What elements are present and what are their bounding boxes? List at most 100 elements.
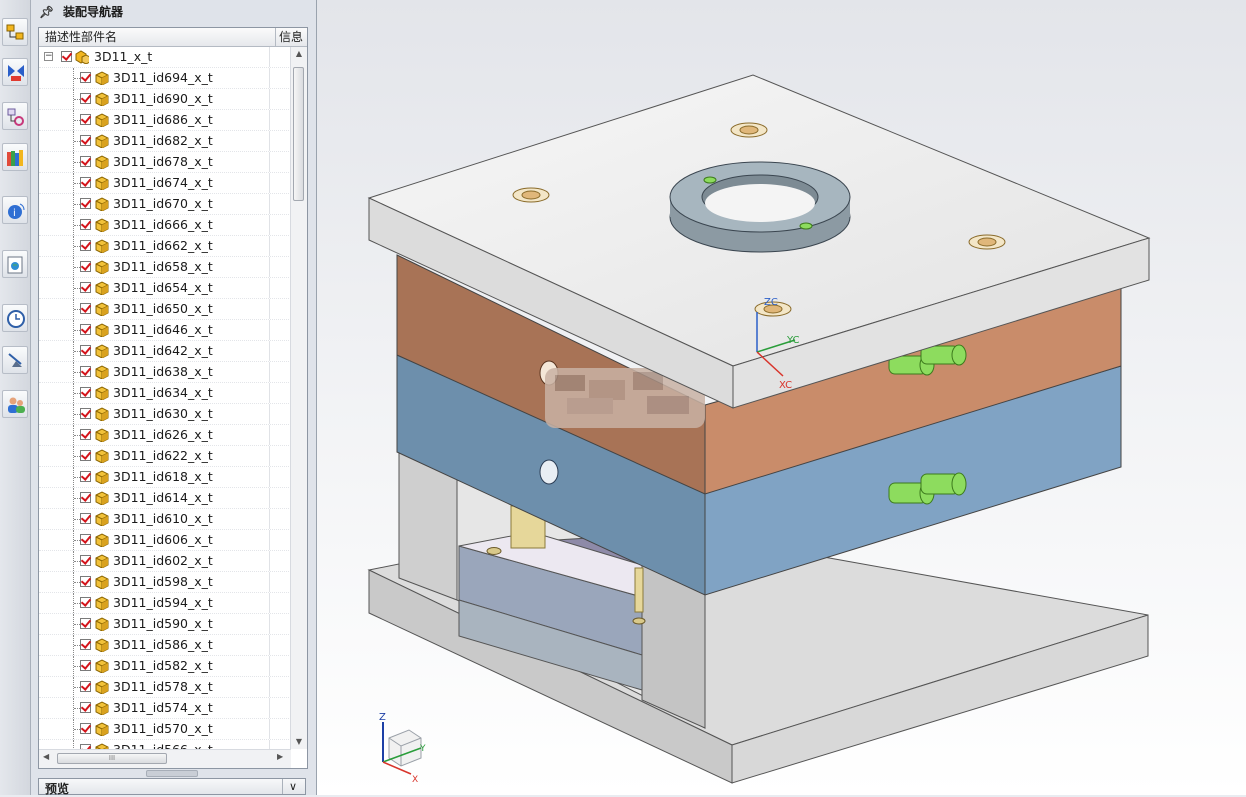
tree-row[interactable]: 3D11_id690_x_t [39,89,291,110]
locating-ring[interactable] [669,161,851,253]
tree-row[interactable]: 3D11_id662_x_t [39,236,291,257]
roles-icon[interactable] [2,390,28,418]
visibility-checkbox[interactable] [80,240,91,251]
tree-row[interactable]: 3D11_id634_x_t [39,383,291,404]
triad-y-label: Y [419,744,426,754]
visibility-checkbox[interactable] [80,387,91,398]
visibility-checkbox[interactable] [80,261,91,272]
tree-row[interactable]: 3D11_id678_x_t [39,152,291,173]
horizontal-scroll-thumb[interactable]: III [57,753,167,764]
component-label: 3D11_id674_x_t [113,175,213,190]
visibility-checkbox[interactable] [80,135,91,146]
scroll-up-icon[interactable]: ▲ [291,47,307,61]
visibility-checkbox[interactable] [80,597,91,608]
visibility-checkbox[interactable] [80,660,91,671]
mold-assembly-model[interactable]: ZC YC XC Z Y X [317,0,1246,795]
tree-row[interactable]: 3D11_id654_x_t [39,278,291,299]
system-materials-icon[interactable] [2,346,28,374]
tree-row[interactable]: 3D11_id610_x_t [39,509,291,530]
tree-row[interactable]: 3D11_id578_x_t [39,677,291,698]
visibility-checkbox[interactable] [80,345,91,356]
tree-row[interactable]: 3D11_id606_x_t [39,530,291,551]
assembly-navigator-icon[interactable] [2,18,28,46]
tree-row[interactable]: 3D11_id658_x_t [39,257,291,278]
tree-row[interactable]: 3D11_id626_x_t [39,425,291,446]
constraint-navigator-icon[interactable] [2,58,28,86]
column-header-info[interactable]: 信息 [275,28,307,46]
tree-root-row[interactable]: − 3D11_x_t [39,47,291,68]
graphics-window[interactable]: ZC YC XC Z Y X [317,0,1246,795]
vertical-scroll-thumb[interactable] [293,67,304,201]
tree-row[interactable]: 3D11_id666_x_t [39,215,291,236]
visibility-checkbox[interactable] [80,177,91,188]
panel-splitter[interactable] [146,770,198,777]
tree-row[interactable]: 3D11_id630_x_t [39,404,291,425]
chevron-down-icon[interactable]: ∨ [282,779,303,794]
visibility-checkbox[interactable] [80,156,91,167]
hd3d-tools-icon[interactable]: i [2,196,28,224]
navigator-tree[interactable]: 描述性部件名 信息 − 3D11_x_t 3D11_id694_x_t 3D11_… [38,27,308,769]
visibility-checkbox[interactable] [80,576,91,587]
visibility-checkbox[interactable] [80,513,91,524]
preview-section[interactable]: 预览 ∨ [38,778,306,796]
scroll-left-icon[interactable]: ◀ [43,752,49,761]
tree-row[interactable]: 3D11_id674_x_t [39,173,291,194]
tree-row[interactable]: 3D11_id618_x_t [39,467,291,488]
collapse-icon[interactable]: − [44,52,53,61]
tree-row[interactable]: 3D11_id650_x_t [39,299,291,320]
tree-row[interactable]: 3D11_id594_x_t [39,593,291,614]
visibility-checkbox[interactable] [80,324,91,335]
tree-row[interactable]: 3D11_id686_x_t [39,110,291,131]
visibility-checkbox[interactable] [80,471,91,482]
tree-row[interactable]: 3D11_id570_x_t [39,719,291,740]
visibility-checkbox[interactable] [80,198,91,209]
part-navigator-icon[interactable] [2,102,28,130]
visibility-checkbox[interactable] [80,681,91,692]
visibility-checkbox[interactable] [80,408,91,419]
tree-row[interactable]: 3D11_id646_x_t [39,320,291,341]
visibility-checkbox[interactable] [80,282,91,293]
web-browser-icon[interactable] [2,250,28,278]
visibility-checkbox[interactable] [80,219,91,230]
tree-row[interactable]: 3D11_id602_x_t [39,551,291,572]
visibility-checkbox[interactable] [80,429,91,440]
visibility-checkbox[interactable] [80,366,91,377]
reuse-library-icon[interactable] [2,143,28,171]
history-icon[interactable] [2,304,28,332]
visibility-checkbox[interactable] [80,492,91,503]
vertical-scrollbar[interactable]: ▲ ▼ [290,47,307,749]
visibility-checkbox[interactable] [80,303,91,314]
tree-row[interactable]: 3D11_id586_x_t [39,635,291,656]
tree-row[interactable]: 3D11_id614_x_t [39,488,291,509]
tree-row[interactable]: 3D11_id590_x_t [39,614,291,635]
component-label: 3D11_id638_x_t [113,364,213,379]
component-icon [95,470,109,484]
visibility-checkbox[interactable] [80,555,91,566]
scroll-down-icon[interactable]: ▼ [291,735,307,749]
visibility-checkbox[interactable] [80,534,91,545]
visibility-checkbox[interactable] [80,450,91,461]
tree-row[interactable]: 3D11_id574_x_t [39,698,291,719]
scroll-right-icon[interactable]: ▶ [277,752,283,761]
tree-row[interactable]: 3D11_id642_x_t [39,341,291,362]
tree-row[interactable]: 3D11_id670_x_t [39,194,291,215]
visibility-checkbox[interactable] [80,618,91,629]
tree-row[interactable]: 3D11_id682_x_t [39,131,291,152]
column-header-name[interactable]: 描述性部件名 [45,28,267,46]
visibility-checkbox[interactable] [61,51,72,62]
tree-row[interactable]: 3D11_id638_x_t [39,362,291,383]
visibility-checkbox[interactable] [80,114,91,125]
visibility-checkbox[interactable] [80,723,91,734]
horizontal-scrollbar[interactable]: ◀ III ▶ [39,749,291,768]
tree-row[interactable]: 3D11_id694_x_t [39,68,291,89]
component-icon [95,134,109,148]
tree-row[interactable]: 3D11_id582_x_t [39,656,291,677]
tree-row[interactable]: 3D11_id598_x_t [39,572,291,593]
visibility-checkbox[interactable] [80,93,91,104]
visibility-checkbox[interactable] [80,702,91,713]
pin-icon[interactable]: 📌︎ [39,1,54,23]
visibility-checkbox[interactable] [80,72,91,83]
visibility-checkbox[interactable] [80,639,91,650]
component-label: 3D11_id650_x_t [113,301,213,316]
tree-row[interactable]: 3D11_id622_x_t [39,446,291,467]
